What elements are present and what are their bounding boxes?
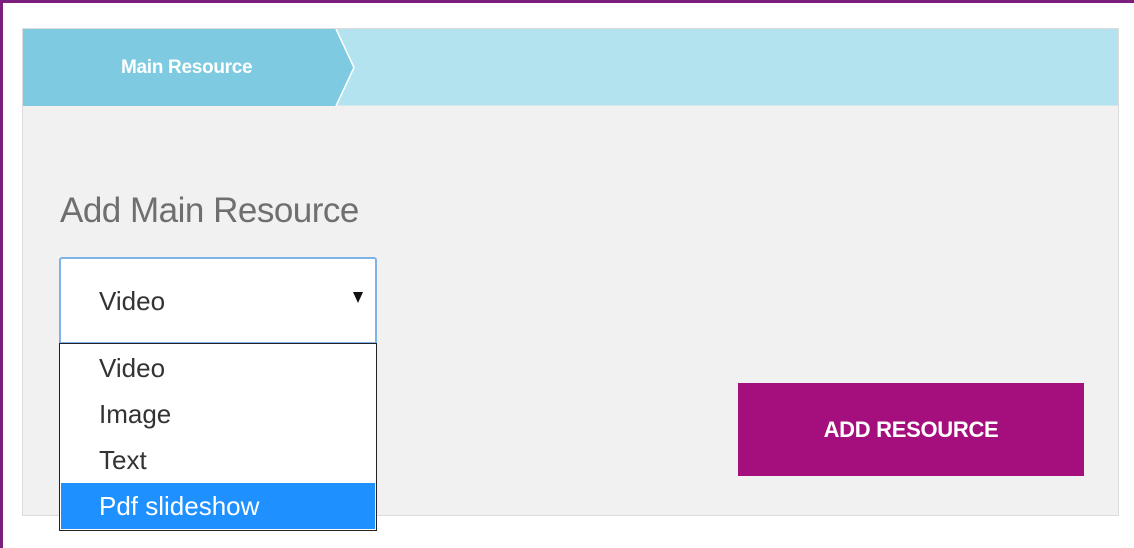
- tab-main-resource-label: Main Resource: [121, 57, 253, 78]
- resource-type-select-value: Video: [99, 286, 166, 316]
- option-text[interactable]: Text: [61, 437, 375, 483]
- add-resource-button[interactable]: ADD RESOURCE: [738, 383, 1084, 476]
- step-tab-strip: Main Resource: [23, 29, 1118, 106]
- tab-main-resource[interactable]: Main Resource: [23, 29, 355, 106]
- chevron-down-icon: [353, 292, 363, 303]
- resource-card: Main Resource Add Main Resource Video Vi…: [22, 28, 1119, 531]
- option-video[interactable]: Video: [61, 345, 375, 391]
- resource-type-select[interactable]: Video: [59, 257, 377, 343]
- resource-type-options-list: Video Image Text Pdf slideshow: [59, 343, 377, 531]
- option-pdf-slideshow[interactable]: Pdf slideshow: [61, 483, 375, 529]
- option-image[interactable]: Image: [61, 391, 375, 437]
- section-title: Add Main Resource: [60, 191, 359, 230]
